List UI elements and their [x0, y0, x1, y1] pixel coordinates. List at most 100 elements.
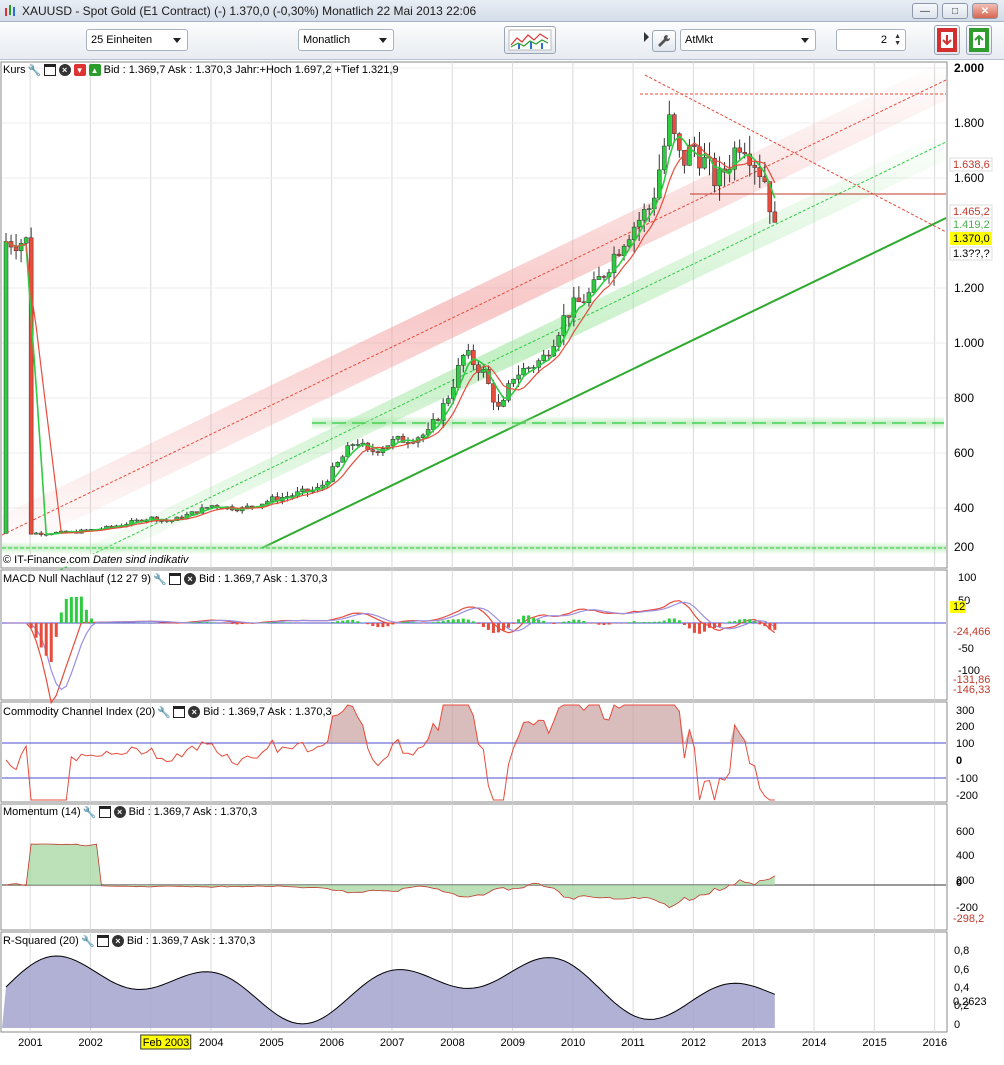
macd-histogram-bar: [457, 619, 460, 623]
momentum-panel-info: Bid : 1.369,7 Ask : 1.370,3: [129, 806, 257, 818]
units-select-value: 25 Einheiten: [91, 34, 152, 46]
candle-body: [522, 368, 526, 375]
stepper-arrows-icon[interactable]: ▲▼: [894, 33, 901, 47]
macd-histogram-bar: [366, 623, 369, 624]
macd-histogram-bar: [497, 623, 500, 632]
arrow-up-icon[interactable]: ▲: [89, 64, 101, 76]
wrench-icon[interactable]: 🔧: [154, 573, 166, 585]
period-select[interactable]: Monatlich: [298, 29, 394, 51]
macd-histogram-bar: [65, 599, 68, 623]
chart-style-button[interactable]: [504, 26, 556, 54]
macd-histogram-bar: [160, 623, 163, 624]
sell-button[interactable]: [934, 25, 960, 55]
macd-histogram-bar: [336, 621, 339, 623]
close-icon[interactable]: ×: [59, 64, 71, 76]
units-select[interactable]: 25 Einheiten: [86, 29, 188, 51]
candle-body: [773, 212, 777, 222]
candle-body: [577, 298, 581, 302]
minimize-button[interactable]: —: [912, 3, 938, 19]
disclaimer-text: Daten sind indikativ: [93, 554, 188, 566]
macd-histogram-bar: [482, 623, 485, 627]
buy-button[interactable]: [966, 25, 992, 55]
macd-histogram-bar: [261, 622, 264, 623]
window-icon[interactable]: [173, 706, 185, 718]
x-axis-label: 2011: [621, 1037, 645, 1049]
tools-button[interactable]: [652, 30, 676, 52]
arrow-down-icon[interactable]: ▼: [74, 64, 86, 76]
close-icon[interactable]: ×: [114, 806, 126, 818]
macd-histogram-bar: [391, 623, 394, 624]
cci-axis-tick: 200: [956, 721, 974, 733]
price-panel-info: Bid : 1.369,7 Ask : 1.370,3 Jahr:+Hoch 1…: [104, 64, 399, 76]
wrench-icon[interactable]: 🔧: [158, 706, 170, 718]
wrench-icon[interactable]: 🔧: [29, 64, 41, 76]
macd-histogram-bar: [522, 616, 525, 623]
macd-histogram-bar: [758, 623, 761, 624]
macd-histogram-bar: [190, 622, 193, 623]
x-axis-label: 2002: [78, 1037, 102, 1049]
price-axis-tick: 2.000: [954, 61, 984, 75]
macd-tag: -24,466: [953, 626, 990, 638]
macd-histogram-bar: [175, 623, 178, 624]
macd-histogram-bar: [241, 623, 244, 624]
candle-body: [617, 254, 621, 255]
macd-histogram-bar: [753, 621, 756, 623]
candle-body: [396, 436, 400, 439]
order-type-select[interactable]: AtMkt: [680, 29, 816, 51]
chevron-down-icon: [801, 38, 809, 43]
window-icon[interactable]: [97, 935, 109, 947]
window-icon[interactable]: [169, 573, 181, 585]
maximize-button[interactable]: □: [942, 3, 968, 19]
chart-area[interactable]: 2.0001.8001.6001.2001.0008006004002001.6…: [0, 60, 1004, 1065]
candle-body: [371, 450, 375, 452]
candle-body: [14, 247, 18, 251]
cci-axis-tick: -200: [956, 790, 978, 802]
macd-histogram-bar: [437, 621, 440, 623]
momentum-panel-label: Momentum (14): [3, 806, 81, 818]
macd-histogram-bar: [552, 623, 555, 624]
close-icon[interactable]: ×: [112, 935, 124, 947]
candle-body: [738, 148, 742, 152]
macd-histogram-bar: [195, 622, 198, 623]
price-axis-tick: 1.800: [954, 116, 984, 130]
macd-histogram-bar: [412, 622, 415, 623]
close-icon[interactable]: ×: [184, 573, 196, 585]
macd-histogram-bar: [276, 622, 279, 623]
window-icon[interactable]: [99, 806, 111, 818]
window-icon[interactable]: [44, 64, 56, 76]
close-button[interactable]: ✕: [972, 3, 998, 19]
macd-histogram-bar: [678, 620, 681, 623]
candle-body: [753, 165, 757, 167]
candle-body: [592, 280, 596, 293]
price-axis-tick: 600: [954, 446, 974, 460]
chevron-down-icon: [379, 38, 387, 43]
x-axis-label: 2007: [380, 1037, 404, 1049]
candle-body: [542, 355, 546, 361]
macd-panel-info: Bid : 1.369,7 Ask : 1.370,3: [199, 573, 327, 585]
app-icon: [4, 4, 18, 18]
macd-histogram-bar: [597, 623, 600, 625]
candle-body: [713, 158, 717, 186]
macd-histogram-bar: [492, 623, 495, 633]
rsquared-axis-tick: 0,8: [954, 945, 969, 957]
macd-histogram-bar: [663, 621, 666, 623]
candle-body: [662, 146, 666, 170]
macd-histogram-bar: [477, 623, 480, 624]
wrench-icon[interactable]: 🔧: [84, 806, 96, 818]
rsquared-panel-label: R-Squared (20): [3, 935, 79, 947]
wrench-icon[interactable]: 🔧: [82, 935, 94, 947]
macd-histogram-bar: [231, 623, 234, 624]
toolbar-grip-icon: [644, 32, 649, 42]
candle-body: [436, 419, 440, 420]
macd-histogram-bar: [467, 620, 470, 623]
quantity-stepper[interactable]: 2 ▲▼: [836, 29, 906, 51]
candle-body: [336, 462, 340, 466]
close-icon[interactable]: ×: [188, 706, 200, 718]
price-axis-tick: 1.200: [954, 281, 984, 295]
macd-histogram-bar: [462, 619, 465, 623]
macd-histogram-bar: [683, 623, 686, 625]
candle-body: [4, 241, 8, 533]
macd-histogram-bar: [341, 621, 344, 623]
candle-body: [446, 399, 450, 404]
candle-body: [461, 355, 465, 365]
